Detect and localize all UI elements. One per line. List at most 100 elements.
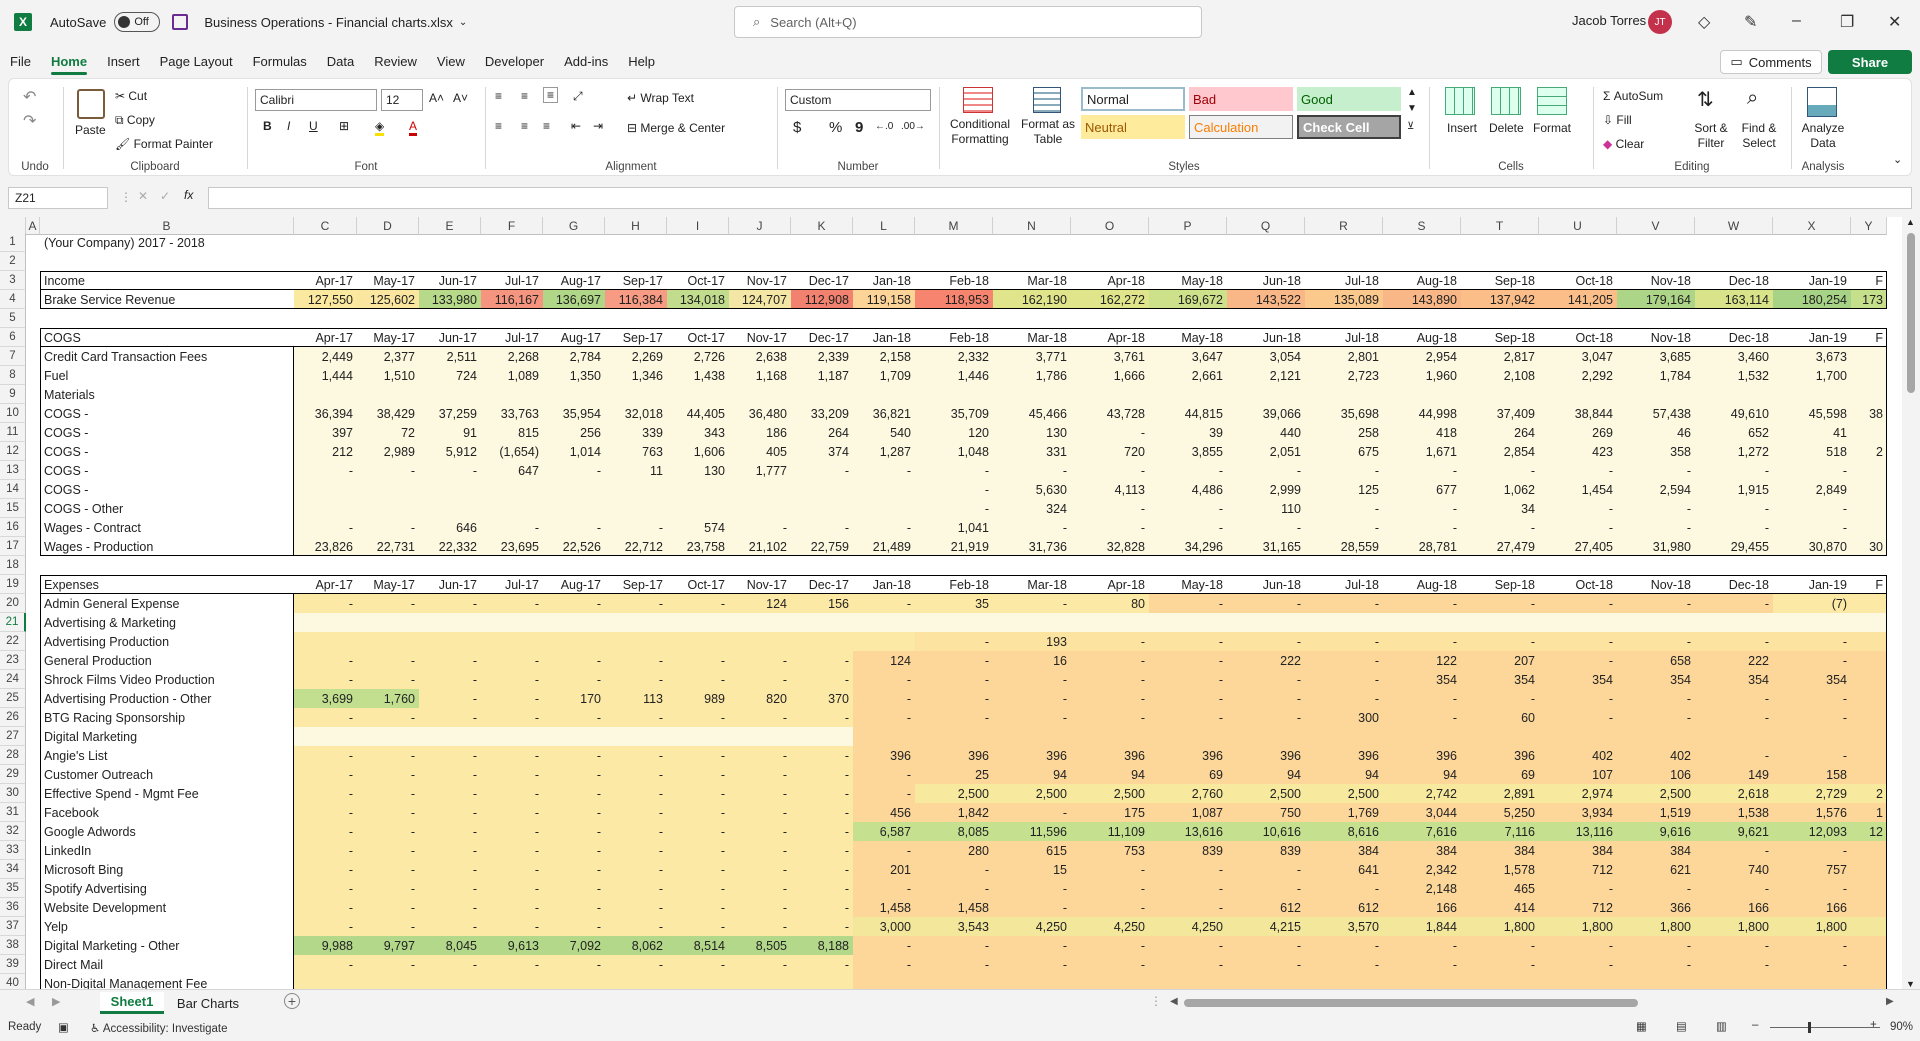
data-cell[interactable]: 2,121 <box>1227 366 1305 385</box>
data-cell[interactable]: 1,760 <box>357 689 419 708</box>
data-cell[interactable]: - <box>1383 461 1461 480</box>
data-cell[interactable]: 2,500 <box>993 784 1071 803</box>
data-cell[interactable] <box>605 613 667 632</box>
data-cell[interactable] <box>1539 974 1617 989</box>
data-cell[interactable]: 384 <box>1539 841 1617 860</box>
data-cell[interactable]: 2,760 <box>1149 784 1227 803</box>
month-header[interactable]: Jun-18 <box>1227 328 1305 347</box>
data-cell[interactable]: 25 <box>915 765 993 784</box>
column-header[interactable]: G <box>543 217 605 235</box>
scroll-right-icon[interactable]: ▶ <box>1886 996 1894 1007</box>
data-cell[interactable]: 16 <box>993 651 1071 670</box>
data-cell[interactable]: 396 <box>1149 746 1227 765</box>
diamond-icon[interactable]: ◇ <box>1698 12 1710 32</box>
expenses-header[interactable]: Expenses <box>40 575 294 594</box>
style-check-cell[interactable]: Check Cell <box>1297 115 1401 139</box>
data-cell[interactable]: 4,250 <box>1071 917 1149 936</box>
data-cell[interactable] <box>1851 955 1887 974</box>
data-cell[interactable]: 124 <box>853 651 915 670</box>
data-cell[interactable] <box>1851 518 1887 537</box>
data-cell[interactable]: 396 <box>1383 746 1461 765</box>
format-painter-button[interactable]: 🖌 Format Painter <box>115 137 213 151</box>
data-cell[interactable] <box>1461 727 1539 746</box>
data-cell[interactable]: - <box>605 784 667 803</box>
data-cell[interactable]: - <box>1695 689 1773 708</box>
data-cell[interactable] <box>419 613 481 632</box>
data-cell[interactable]: - <box>791 651 853 670</box>
data-cell[interactable]: 2,339 <box>791 347 853 366</box>
conditional-formatting-button[interactable]: Conditional Formatting <box>945 117 1015 147</box>
data-cell[interactable]: - <box>1773 518 1851 537</box>
data-cell[interactable] <box>294 480 357 499</box>
decrease-indent-icon[interactable]: ⇤ <box>571 119 581 133</box>
data-cell[interactable]: - <box>1539 708 1617 727</box>
data-cell[interactable]: - <box>481 803 543 822</box>
data-cell[interactable]: 222 <box>1227 651 1305 670</box>
data-cell[interactable]: 143,522 <box>1227 290 1305 309</box>
data-cell[interactable]: 1,446 <box>915 366 993 385</box>
data-cell[interactable]: - <box>1617 936 1695 955</box>
data-cell[interactable]: 2,974 <box>1539 784 1617 803</box>
data-cell[interactable]: - <box>1149 955 1227 974</box>
data-cell[interactable]: - <box>294 803 357 822</box>
data-cell[interactable] <box>915 385 993 404</box>
data-cell[interactable]: 23,826 <box>294 537 357 556</box>
data-cell[interactable]: - <box>294 879 357 898</box>
data-cell[interactable] <box>543 727 605 746</box>
data-cell[interactable] <box>1851 860 1887 879</box>
data-cell[interactable]: - <box>1695 879 1773 898</box>
data-cell[interactable]: 30 <box>1851 537 1887 556</box>
data-cell[interactable]: 396 <box>853 746 915 765</box>
data-cell[interactable] <box>915 613 993 632</box>
tab-split-icon[interactable]: ⋮ <box>1150 994 1162 1008</box>
month-header[interactable]: May-17 <box>357 271 419 290</box>
zoom-level[interactable]: 90% <box>1890 1021 1913 1033</box>
data-cell[interactable]: 2,723 <box>1305 366 1383 385</box>
month-header[interactable]: Jul-18 <box>1305 328 1383 347</box>
sheet-tab-sheet1[interactable]: Sheet1 <box>100 992 164 1014</box>
month-header[interactable]: Nov-17 <box>729 271 791 290</box>
data-cell[interactable] <box>357 727 419 746</box>
data-cell[interactable] <box>1149 613 1227 632</box>
data-cell[interactable]: 2,729 <box>1773 784 1851 803</box>
data-cell[interactable]: 130 <box>993 423 1071 442</box>
data-cell[interactable]: - <box>357 670 419 689</box>
data-cell[interactable]: - <box>1695 499 1773 518</box>
data-cell[interactable] <box>481 480 543 499</box>
data-cell[interactable]: - <box>1071 689 1149 708</box>
month-header[interactable]: Dec-18 <box>1695 575 1773 594</box>
data-cell[interactable]: - <box>915 670 993 689</box>
data-cell[interactable] <box>1149 727 1227 746</box>
month-header[interactable]: Mar-18 <box>993 328 1071 347</box>
user-name[interactable]: Jacob Torres <box>1572 13 1646 28</box>
data-cell[interactable]: 116,167 <box>481 290 543 309</box>
data-cell[interactable]: - <box>915 461 993 480</box>
data-cell[interactable]: - <box>993 955 1071 974</box>
data-cell[interactable]: - <box>419 746 481 765</box>
month-header[interactable]: F <box>1851 328 1887 347</box>
data-cell[interactable]: 615 <box>993 841 1071 860</box>
data-cell[interactable] <box>1617 974 1695 989</box>
data-cell[interactable] <box>853 499 915 518</box>
data-cell[interactable]: - <box>1149 670 1227 689</box>
data-cell[interactable] <box>853 974 915 989</box>
data-cell[interactable]: - <box>729 518 791 537</box>
data-cell[interactable]: 135,089 <box>1305 290 1383 309</box>
data-cell[interactable]: 641 <box>1305 860 1383 879</box>
data-cell[interactable]: 1,168 <box>729 366 791 385</box>
comma-button[interactable]: 9 <box>855 119 863 136</box>
data-cell[interactable]: 2,849 <box>1773 480 1851 499</box>
data-cell[interactable]: - <box>419 708 481 727</box>
data-cell[interactable] <box>481 727 543 746</box>
data-cell[interactable]: - <box>543 822 605 841</box>
data-cell[interactable]: - <box>1539 955 1617 974</box>
data-cell[interactable] <box>1851 974 1887 989</box>
data-cell[interactable]: 94 <box>1305 765 1383 784</box>
tab-add-ins[interactable]: Add-ins <box>554 44 618 78</box>
data-cell[interactable]: 370 <box>791 689 853 708</box>
data-cell[interactable] <box>1383 727 1461 746</box>
align-bottom-icon[interactable]: ≡ <box>543 87 559 103</box>
data-cell[interactable]: - <box>1383 955 1461 974</box>
data-cell[interactable] <box>357 632 419 651</box>
data-cell[interactable]: - <box>294 594 357 613</box>
